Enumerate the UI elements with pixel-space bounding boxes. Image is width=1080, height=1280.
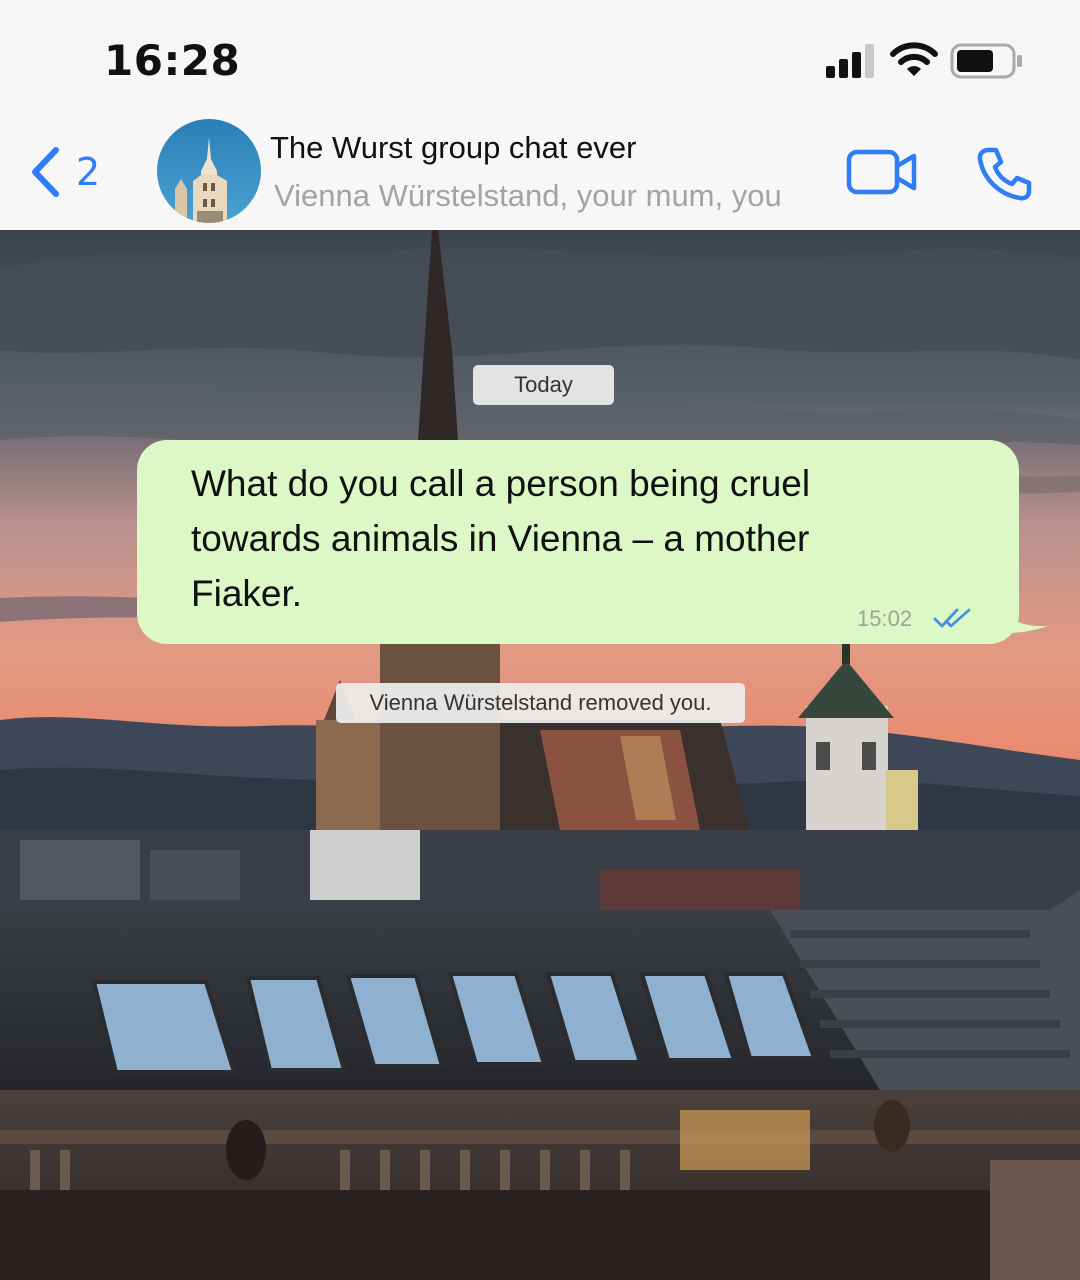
chevron-left-icon <box>32 147 59 197</box>
status-bar: 16:28 <box>0 0 1080 120</box>
date-separator: Today <box>473 365 614 405</box>
chat-title[interactable]: The Wurst group chat ever <box>270 130 636 166</box>
group-avatar[interactable] <box>157 119 261 223</box>
video-camera-icon[interactable] <box>846 148 918 196</box>
double-check-icon <box>933 608 971 628</box>
system-notice: Vienna Würstelstand removed you. <box>336 683 745 723</box>
battery-icon <box>950 43 1022 79</box>
chat-area[interactable]: Today What do you call a person being cr… <box>0 230 1080 1280</box>
message-time: 15:02 <box>857 606 913 631</box>
chat-header: 2 The Wurst group chat ever Vienna Würst… <box>0 112 1080 231</box>
unread-count: 2 <box>76 150 101 194</box>
outgoing-message-bubble[interactable]: What do you call a person being cruel to… <box>137 440 1019 644</box>
phone-icon[interactable] <box>974 144 1034 204</box>
status-time: 16:28 <box>104 36 241 85</box>
wifi-icon <box>890 42 938 76</box>
back-button[interactable]: 2 <box>28 142 118 202</box>
signal-bars-icon <box>826 44 874 78</box>
chat-members[interactable]: Vienna Würstelstand, your mum, you <box>274 178 782 214</box>
message-text: What do you call a person being cruel to… <box>191 463 811 614</box>
tower-photo <box>157 119 261 223</box>
